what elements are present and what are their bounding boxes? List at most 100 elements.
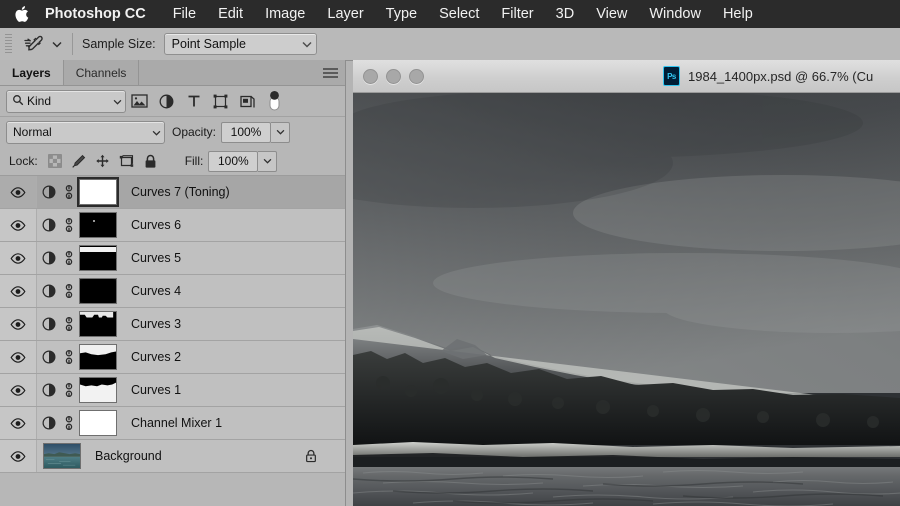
menu-item-layer[interactable]: Layer [316, 0, 374, 28]
link-mask-icon[interactable] [61, 316, 77, 332]
adjustment-layer-icon[interactable] [37, 350, 61, 364]
layer-mask-thumbnail[interactable] [79, 410, 117, 436]
tool-options-bar: Sample Size: Point Sample [0, 28, 900, 61]
opacity-input[interactable]: 100% [221, 121, 272, 143]
filter-type-layers-icon[interactable] [180, 89, 207, 113]
zoom-button[interactable] [409, 68, 424, 84]
layer-row-curves-1[interactable]: Curves 1 [0, 374, 345, 407]
blend-mode-select[interactable]: Normal [6, 120, 165, 144]
layer-row-curves-4[interactable]: Curves 4 [0, 275, 345, 308]
layer-row-channel-mixer-1[interactable]: Channel Mixer 1 [0, 407, 345, 440]
chevron-down-icon [152, 125, 161, 139]
layer-visibility-toggle[interactable] [0, 176, 37, 208]
layer-mask-thumbnail[interactable] [79, 212, 117, 238]
layer-mask-thumbnail[interactable] [79, 344, 117, 370]
document-title-bar[interactable]: Ps 1984_1400px.psd @ 66.7% (Cu [353, 60, 900, 93]
tab-channels[interactable]: Channels [64, 60, 140, 85]
menu-item-select[interactable]: Select [428, 0, 490, 28]
layer-lock-badge [305, 449, 317, 463]
fill-chevron-down-icon[interactable] [258, 150, 278, 172]
layer-thumbnail-background[interactable] [43, 443, 81, 469]
menu-item-3d[interactable]: 3D [545, 0, 586, 28]
sample-size-value: Point Sample [171, 37, 247, 51]
minimize-button[interactable] [386, 68, 401, 84]
adjustment-layer-icon[interactable] [37, 416, 61, 430]
close-button[interactable] [363, 68, 378, 84]
layer-row-curves-7[interactable]: Curves 7 (Toning) [0, 176, 345, 209]
filter-kind-select[interactable]: Kind [6, 89, 126, 113]
image-canvas[interactable] [353, 93, 900, 506]
layer-mask-thumbnail[interactable] [79, 311, 117, 337]
lock-position-icon[interactable] [91, 150, 115, 172]
tool-preset-chevron-down-icon[interactable] [50, 41, 63, 48]
menu-item-help[interactable]: Help [712, 0, 764, 28]
filter-pixel-layers-icon[interactable] [126, 89, 153, 113]
layer-name: Curves 2 [131, 350, 182, 364]
layer-row-curves-6[interactable]: Curves 6 [0, 209, 345, 242]
lock-artboard-nesting-icon[interactable] [115, 150, 139, 172]
menu-item-filter[interactable]: Filter [490, 0, 544, 28]
adjustment-layer-icon[interactable] [37, 251, 61, 265]
filter-shape-layers-icon[interactable] [207, 89, 234, 113]
menu-item-view[interactable]: View [585, 0, 638, 28]
apple-logo-icon[interactable] [14, 5, 29, 23]
link-mask-icon[interactable] [61, 184, 77, 200]
filter-adjustment-layers-icon[interactable] [153, 89, 180, 113]
layer-visibility-toggle[interactable] [0, 440, 37, 472]
sample-size-label: Sample Size: [82, 37, 156, 51]
link-mask-icon[interactable] [61, 415, 77, 431]
layer-list: Curves 7 (Toning) Curves 6 Curves 5 Curv… [0, 176, 345, 506]
adjustment-layer-icon[interactable] [37, 218, 61, 232]
link-mask-icon[interactable] [61, 382, 77, 398]
eye-visibility-icon [10, 219, 26, 231]
link-mask-icon[interactable] [61, 283, 77, 299]
layer-mask-thumbnail[interactable] [79, 245, 117, 271]
layer-row-curves-5[interactable]: Curves 5 [0, 242, 345, 275]
layer-visibility-toggle[interactable] [0, 209, 37, 241]
menu-item-image[interactable]: Image [254, 0, 316, 28]
layer-visibility-toggle[interactable] [0, 341, 37, 373]
fill-input[interactable]: 100% [208, 150, 259, 172]
layer-visibility-toggle[interactable] [0, 407, 37, 439]
layer-name: Curves 7 (Toning) [131, 185, 230, 199]
layer-name: Curves 3 [131, 317, 182, 331]
layer-mask-thumbnail[interactable] [79, 278, 117, 304]
layer-visibility-toggle[interactable] [0, 275, 37, 307]
menu-item-type[interactable]: Type [375, 0, 428, 28]
adjustment-layer-icon[interactable] [37, 284, 61, 298]
panel-menu-icon[interactable] [323, 68, 338, 80]
layer-visibility-toggle[interactable] [0, 374, 37, 406]
layer-visibility-toggle[interactable] [0, 308, 37, 340]
opacity-chevron-down-icon[interactable] [271, 121, 291, 143]
filter-smart-object-icon[interactable] [234, 89, 261, 113]
lock-image-pixels-icon[interactable] [67, 150, 91, 172]
filter-kind-value: Kind [27, 94, 52, 108]
menu-item-edit[interactable]: Edit [207, 0, 254, 28]
lock-transparent-pixels-icon[interactable] [43, 150, 67, 172]
lock-all-icon[interactable] [139, 150, 163, 172]
sample-size-select[interactable]: Point Sample [163, 33, 317, 55]
layer-mask-thumbnail[interactable] [79, 377, 117, 403]
menu-item-window[interactable]: Window [638, 0, 712, 28]
options-bar-grip[interactable] [5, 34, 12, 54]
link-mask-icon[interactable] [61, 349, 77, 365]
adjustment-layer-icon[interactable] [37, 185, 61, 199]
layer-visibility-toggle[interactable] [0, 242, 37, 274]
chevron-down-icon [113, 94, 122, 108]
adjustment-layer-icon[interactable] [37, 383, 61, 397]
layer-mask-thumbnail[interactable] [77, 177, 119, 207]
eyedropper-tool-icon[interactable] [18, 31, 50, 57]
document-title: Ps 1984_1400px.psd @ 66.7% (Cu [663, 66, 873, 86]
menu-app-name[interactable]: Photoshop CC [45, 0, 162, 28]
layer-row-curves-2[interactable]: Curves 2 [0, 341, 345, 374]
menu-item-file[interactable]: File [162, 0, 207, 28]
filter-toggle-icon[interactable] [261, 89, 288, 113]
layer-row-background[interactable]: Background [0, 440, 345, 473]
tab-layers[interactable]: Layers [0, 60, 64, 85]
adjustment-layer-icon[interactable] [37, 317, 61, 331]
layer-row-curves-3[interactable]: Curves 3 [0, 308, 345, 341]
link-mask-icon[interactable] [61, 250, 77, 266]
layer-name: Channel Mixer 1 [131, 416, 223, 430]
lock-icon [306, 449, 316, 463]
link-mask-icon[interactable] [61, 217, 77, 233]
